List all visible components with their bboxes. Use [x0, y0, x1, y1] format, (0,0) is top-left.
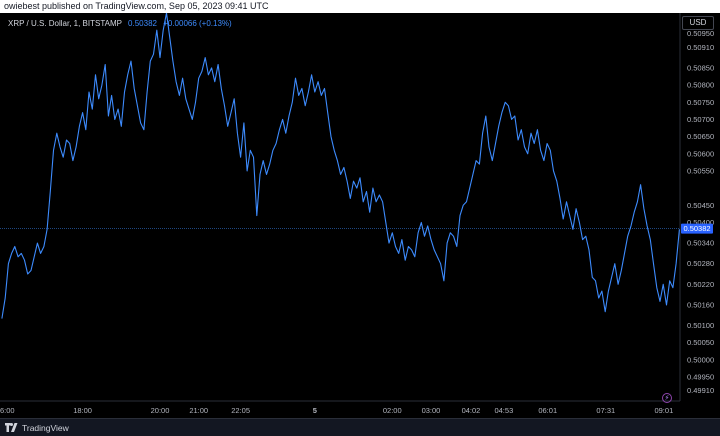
price-tick-label: 0.50160: [687, 300, 714, 309]
price-tick-label: 0.50450: [687, 201, 714, 210]
time-tick-label: 21:00: [189, 406, 208, 415]
price-tick-label: 0.50000: [687, 355, 714, 364]
time-tick-label: 20:00: [151, 406, 170, 415]
footer-brand: TradingView: [22, 423, 69, 433]
price-tick-label: 0.50850: [687, 63, 714, 72]
price-tick-label: 0.50100: [687, 321, 714, 330]
price-tick-label: 0.50650: [687, 132, 714, 141]
price-tick-label: 0.50750: [687, 98, 714, 107]
price-tick-label: 0.50950: [687, 29, 714, 38]
lightning-icon[interactable]: ⚡: [662, 393, 672, 403]
price-chart[interactable]: 0.50950 0.50910 0.50850 0.50800 0.50750 0.507…: [0, 13, 720, 418]
publisher-text: owiebest published on TradingView.com, S…: [4, 1, 269, 11]
time-tick-label: 09:01: [654, 406, 673, 415]
time-tick-label: 16:00: [0, 406, 15, 415]
time-tick-label: 04:02: [462, 406, 481, 415]
time-tick-label: 04:53: [494, 406, 513, 415]
currency-button[interactable]: USD: [682, 16, 714, 30]
price-tick-label: 0.50600: [687, 149, 714, 158]
time-tick-label: 18:00: [73, 406, 92, 415]
price-tick-label: 0.50700: [687, 115, 714, 124]
time-tick-label: 5: [313, 406, 317, 415]
price-tick-label: 0.50910: [687, 43, 714, 52]
chart-legend: XRP / U.S. Dollar, 1, BITSTAMP 0.50382 +…: [8, 19, 232, 28]
price-tick-label: 0.50280: [687, 259, 714, 268]
last-price-tag-text: 0.50382: [683, 224, 710, 233]
price-tick-label: 0.49910: [687, 386, 714, 395]
price-tick-label: 0.50050: [687, 338, 714, 347]
price-tick-label: 0.50340: [687, 239, 714, 248]
time-tick-label: 03:00: [422, 406, 441, 415]
price-tick-label: 0.49950: [687, 372, 714, 381]
tradingview-logo-icon: [5, 423, 18, 432]
time-tick-label: 06:01: [538, 406, 557, 415]
last-price-tag: 0.50382: [681, 223, 713, 234]
footer: TradingView: [0, 418, 720, 436]
chart-area[interactable]: 0.50950 0.50910 0.50850 0.50800 0.50750 0.507…: [0, 13, 720, 418]
publisher-bar: owiebest published on TradingView.com, S…: [0, 0, 720, 13]
time-tick-label: 07:31: [596, 406, 615, 415]
legend-last-price: 0.50382: [128, 19, 157, 28]
time-tick-label: 02:00: [383, 406, 402, 415]
price-tick-label: 0.50800: [687, 81, 714, 90]
price-tick-label: 0.50550: [687, 166, 714, 175]
legend-symbol: XRP / U.S. Dollar, 1, BITSTAMP: [8, 19, 122, 28]
time-tick-label: 22:05: [231, 406, 250, 415]
legend-change: +0.00066 (+0.13%): [163, 19, 232, 28]
price-tick-label: 0.50220: [687, 280, 714, 289]
chart-background: [0, 13, 720, 418]
